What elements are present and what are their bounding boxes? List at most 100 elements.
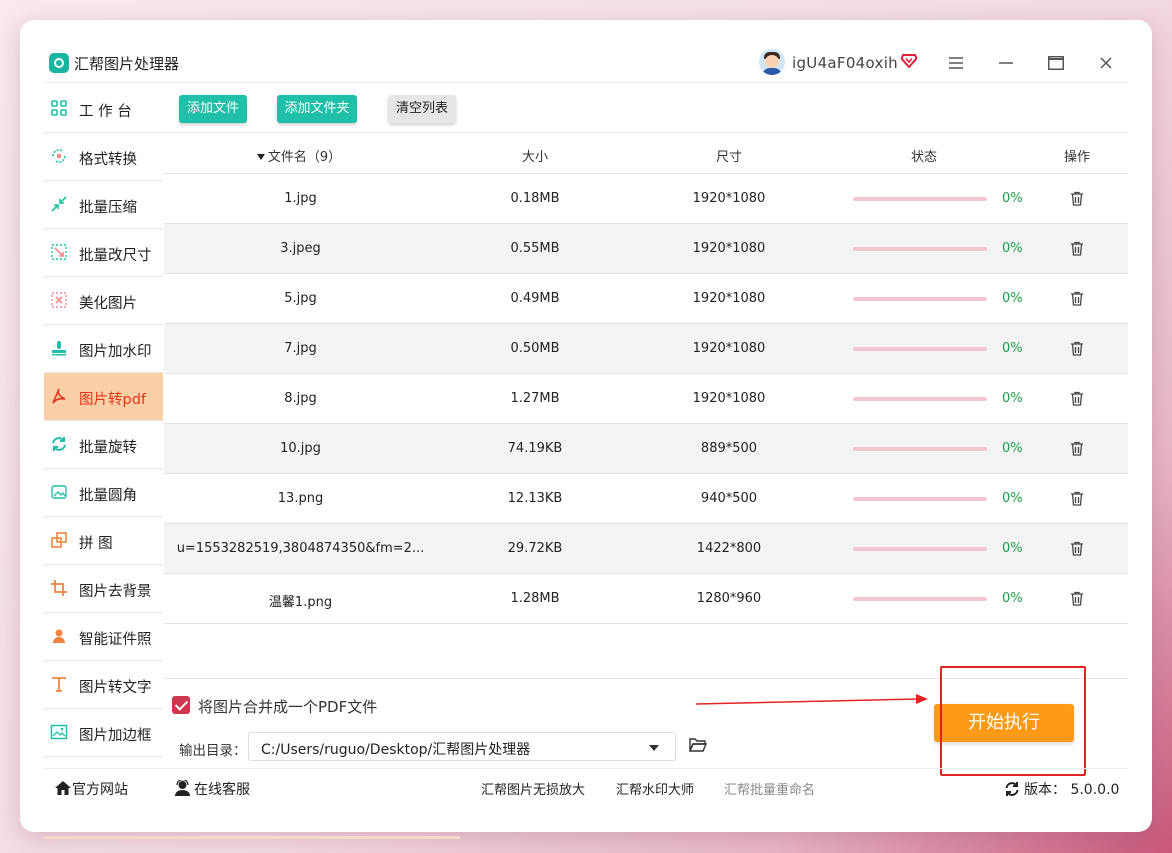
table-row[interactable]: 5.jpg 0.49MB 1920*1080 0%: [164, 274, 1128, 324]
sidebar-item-round-corner[interactable]: 批量圆角: [44, 469, 163, 517]
sidebar-item-image-to-pdf[interactable]: 图片转pdf: [44, 373, 163, 421]
column-header-action: 操作: [1063, 150, 1090, 165]
maximize-icon[interactable]: [1045, 52, 1067, 74]
file-dimension-cell: 1920*1080: [692, 191, 766, 206]
sidebar-item-batch-resize[interactable]: 批量改尺寸: [44, 229, 163, 277]
decorative-line: [44, 836, 460, 839]
annotation-highlight-box: [940, 666, 1086, 776]
delete-icon[interactable]: [1070, 591, 1084, 606]
output-directory-value: C:/Users/ruguo/Desktop/汇帮图片处理器: [261, 742, 531, 758]
batch-rename-link[interactable]: 汇帮批量重命名: [724, 779, 815, 798]
online-support-link[interactable]: 在线客服: [174, 778, 250, 799]
crop-icon: [51, 580, 67, 596]
progress-bar: [853, 597, 987, 601]
sidebar-item-collage[interactable]: 拼 图: [44, 517, 163, 565]
file-name-cell: 1.jpg: [284, 191, 317, 206]
delete-icon[interactable]: [1070, 491, 1084, 506]
progress-percent: 0%: [1002, 391, 1023, 406]
merge-pdf-checkbox[interactable]: [172, 696, 190, 714]
home-icon: [55, 781, 71, 795]
progress-percent: 0%: [1002, 241, 1023, 256]
file-size-cell: 74.19KB: [507, 441, 563, 456]
delete-icon[interactable]: [1070, 291, 1084, 306]
sidebar-item-label: 格式转换: [79, 152, 137, 168]
sidebar-item-workbench[interactable]: 工 作 台: [44, 85, 163, 133]
table-row[interactable]: 7.jpg 0.50MB 1920*1080 0%: [164, 324, 1128, 374]
frame-icon: [50, 724, 68, 740]
sidebar-item-label: 图片转pdf: [79, 392, 147, 408]
sidebar-item-image-to-text[interactable]: 图片转文字: [44, 661, 163, 709]
delete-icon[interactable]: [1070, 391, 1084, 406]
support-icon: [175, 778, 190, 796]
username[interactable]: igU4aF04oxih: [792, 54, 898, 72]
version-label: 版本： 5.0.0.0: [1024, 782, 1120, 798]
file-size-cell: 0.18MB: [510, 191, 560, 206]
table-row[interactable]: 8.jpg 1.27MB 1920*1080 0%: [164, 374, 1128, 424]
file-size-cell: 0.55MB: [510, 241, 560, 256]
sidebar-item-id-photo[interactable]: 智能证件照: [44, 613, 163, 661]
progress-percent: 0%: [1002, 441, 1023, 456]
folder-open-icon[interactable]: [689, 737, 707, 752]
table-row[interactable]: u=1553282519,3804874350&fm=2... 29.72KB 14…: [164, 524, 1128, 574]
progress-percent: 0%: [1002, 341, 1023, 356]
menu-icon[interactable]: [945, 52, 967, 74]
sidebar-item-batch-rotate[interactable]: 批量旋转: [44, 421, 163, 469]
vip-diamond-icon[interactable]: [901, 54, 917, 68]
file-table: 文件名（9） 大小 尺寸 状态 操作 1.jpg 0.18MB 1920*1080 0…: [164, 132, 1128, 624]
delete-icon[interactable]: [1070, 191, 1084, 206]
official-website-link[interactable]: 官方网站: [54, 779, 128, 799]
user-avatar[interactable]: [759, 49, 785, 75]
progress-percent: 0%: [1002, 591, 1023, 606]
sidebar-item-label: 美化图片: [79, 296, 137, 312]
progress-bar: [853, 247, 987, 251]
output-directory-select[interactable]: C:/Users/ruguo/Desktop/汇帮图片处理器: [248, 732, 676, 761]
table-row[interactable]: 温馨1.png 1.28MB 1280*960 0%: [164, 574, 1128, 624]
close-icon[interactable]: [1095, 52, 1117, 74]
file-dimension-cell: 1422*800: [696, 541, 762, 556]
file-size-cell: 0.50MB: [510, 341, 560, 356]
file-name-cell: 5.jpg: [284, 291, 317, 306]
delete-icon[interactable]: [1070, 541, 1084, 556]
table-row[interactable]: 3.jpeg 0.55MB 1920*1080 0%: [164, 224, 1128, 274]
delete-icon[interactable]: [1070, 441, 1084, 456]
sidebar-item-watermark[interactable]: 图片加水印: [44, 325, 163, 373]
delete-icon[interactable]: [1070, 241, 1084, 256]
refresh-icon[interactable]: [1004, 781, 1020, 797]
table-row[interactable]: 1.jpg 0.18MB 1920*1080 0%: [164, 174, 1128, 224]
lossless-upscale-link[interactable]: 汇帮图片无损放大: [481, 779, 585, 798]
table-row[interactable]: 10.jpg 74.19KB 889*500 0%: [164, 424, 1128, 474]
progress-bar: [853, 497, 987, 501]
sidebar-item-beautify[interactable]: 美化图片: [44, 277, 163, 325]
file-dimension-cell: 1280*960: [696, 591, 762, 606]
column-header-name[interactable]: 文件名（9）: [254, 146, 344, 165]
file-dimension-cell: 889*500: [700, 441, 758, 456]
progress-bar: [853, 297, 987, 301]
version-info: 版本： 5.0.0.0: [1004, 779, 1119, 799]
table-body: 1.jpg 0.18MB 1920*1080 0% 3.jpeg 0.55MB 1920*1…: [164, 174, 1128, 624]
column-header-status: 状态: [910, 150, 937, 165]
collage-icon: [51, 532, 67, 548]
sidebar-item-label: 批量改尺寸: [79, 248, 152, 264]
rotate-icon: [52, 437, 66, 451]
sidebar-item-format-convert[interactable]: 格式转换: [44, 133, 163, 181]
progress-bar: [853, 547, 987, 551]
text-icon: [52, 677, 66, 692]
column-header-dimension: 尺寸: [715, 150, 742, 165]
sidebar-item-remove-background[interactable]: 图片去背景: [44, 565, 163, 613]
add-file-button[interactable]: 添加文件: [179, 95, 247, 123]
minimize-icon[interactable]: [995, 52, 1017, 74]
resize-icon: [51, 244, 67, 260]
file-size-cell: 1.28MB: [510, 591, 560, 606]
sidebar-item-add-frame[interactable]: 图片加边框: [44, 709, 163, 757]
delete-icon[interactable]: [1070, 341, 1084, 356]
add-folder-button[interactable]: 添加文件夹: [277, 95, 357, 123]
app-window: 汇帮图片处理器 igU4aF04oxih 工 作 台 格式转换 批量压缩 批量改…: [44, 44, 1128, 808]
sidebar-item-label: 图片去背景: [79, 584, 152, 600]
round-corner-icon: [51, 485, 67, 499]
clear-list-button[interactable]: 清空列表: [388, 95, 456, 123]
watermark-master-link[interactable]: 汇帮水印大师: [616, 779, 694, 798]
merge-pdf-label: 将图片合并成一个PDF文件: [198, 698, 378, 716]
table-row[interactable]: 13.png 12.13KB 940*500 0%: [164, 474, 1128, 524]
sidebar-item-label: 智能证件照: [79, 632, 152, 648]
sidebar-item-batch-compress[interactable]: 批量压缩: [44, 181, 163, 229]
